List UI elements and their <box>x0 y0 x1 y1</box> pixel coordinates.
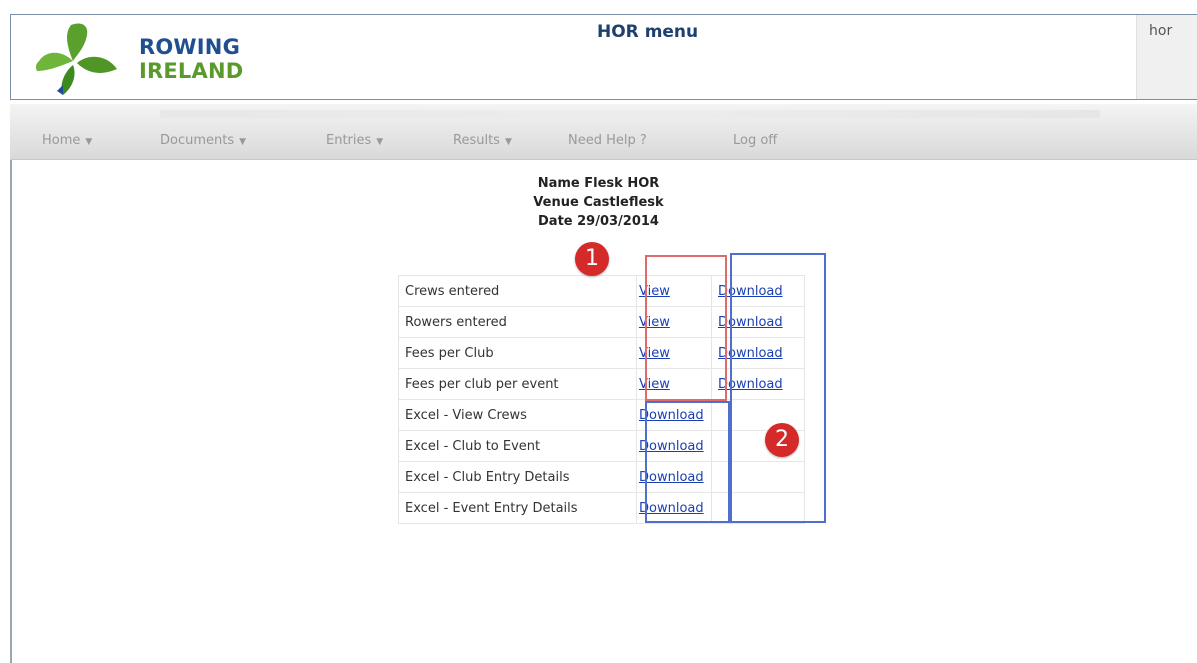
nav-item-need-help[interactable]: Need Help ? <box>568 133 647 148</box>
nav-item-documents[interactable]: Documents ▼ <box>160 133 246 148</box>
nav-item-results[interactable]: Results ▼ <box>453 133 512 148</box>
user-panel: hor <box>1136 15 1197 99</box>
header: ROWING IRELAND HOR menu hor <box>10 14 1197 100</box>
chevron-down-icon: ▼ <box>239 137 247 147</box>
content-border <box>10 160 12 663</box>
report-label: Rowers entered <box>398 306 637 338</box>
report-label: Excel - Event Entry Details <box>398 492 637 524</box>
page-title: HOR menu <box>597 22 699 42</box>
annotation-box-excel-downloads <box>645 401 730 523</box>
nav-item-label: Documents <box>160 133 235 148</box>
nav-item-entries[interactable]: Entries ▼ <box>326 133 383 148</box>
nav-item-label: Results <box>453 133 500 148</box>
brand-name-line1: ROWING <box>139 35 241 59</box>
report-label: Fees per club per event <box>398 368 637 400</box>
rowing-ireland-logo-icon <box>35 23 117 95</box>
nav-bar-decoration <box>160 110 1100 118</box>
chevron-down-icon: ▼ <box>376 137 384 147</box>
nav-bar: Home ▼ Documents ▼ Entries ▼ Results ▼ Need … <box>10 104 1197 160</box>
report-label: Crews entered <box>398 275 637 307</box>
nav-item-log-off[interactable]: Log off <box>733 133 777 148</box>
report-label: Excel - Club Entry Details <box>398 461 637 493</box>
annotation-badge-1: 1 <box>575 242 609 276</box>
nav-item-home[interactable]: Home ▼ <box>42 133 92 148</box>
annotation-badge-2: 2 <box>765 423 799 457</box>
username: hor <box>1149 23 1173 39</box>
report-label: Excel - View Crews <box>398 399 637 431</box>
chevron-down-icon: ▼ <box>504 137 512 147</box>
annotation-box-view <box>645 255 727 401</box>
nav-item-label: Need Help ? <box>568 133 647 148</box>
event-venue: Venue Castleflesk <box>533 195 664 210</box>
event-name: Name Flesk HOR <box>537 176 660 191</box>
event-date: Date 29/03/2014 <box>538 214 659 229</box>
brand-name-line2: IRELAND <box>139 59 244 83</box>
annotation-box-downloads <box>730 253 826 523</box>
nav-item-label: Log off <box>733 133 778 148</box>
chevron-down-icon: ▼ <box>85 137 93 147</box>
report-label: Fees per Club <box>398 337 637 369</box>
nav-item-label: Entries <box>326 133 372 148</box>
nav-item-label: Home <box>42 133 81 148</box>
report-label: Excel - Club to Event <box>398 430 637 462</box>
